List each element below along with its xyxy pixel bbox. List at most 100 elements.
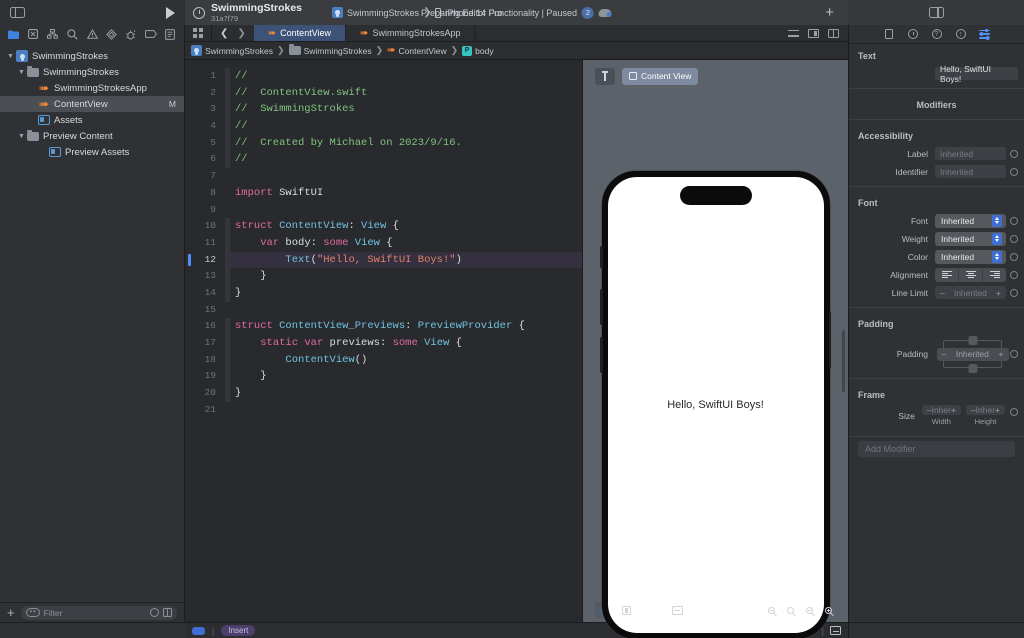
line-number[interactable]: 21: [185, 402, 225, 419]
binding-toggle-icon[interactable]: [1010, 270, 1018, 279]
binding-toggle-icon[interactable]: [1010, 167, 1018, 176]
filter-input[interactable]: ▾ ▾ Filter: [20, 605, 177, 620]
cloud-icon[interactable]: [598, 8, 612, 17]
align-center-icon[interactable]: [959, 267, 983, 282]
code-text[interactable]: // // ContentView.swift // SwimmingStrokes…: [230, 60, 582, 622]
search-icon[interactable]: [63, 26, 83, 42]
line-number[interactable]: 4: [185, 118, 225, 135]
code-line[interactable]: }: [230, 285, 582, 302]
accessibility-identifier-field[interactable]: Inherited: [935, 165, 1006, 178]
minimap-toggle-icon[interactable]: [830, 626, 841, 635]
padding-bottom-handle[interactable]: [968, 363, 977, 373]
play-icon[interactable]: [166, 6, 175, 19]
binding-toggle-icon[interactable]: [1010, 149, 1018, 158]
binding-toggle-icon[interactable]: [1010, 408, 1018, 416]
stepper-icon[interactable]: [992, 232, 1002, 245]
tree-item-preview-assets[interactable]: ▶ Preview Assets: [0, 144, 184, 160]
forward-icon[interactable]: ❯: [237, 28, 245, 39]
debug-icon[interactable]: [121, 26, 141, 42]
tree-item-assets[interactable]: ▶ Assets: [0, 112, 184, 128]
code-line[interactable]: }: [230, 368, 582, 385]
source-control-filter-icon[interactable]: [163, 608, 172, 617]
line-number[interactable]: 6: [185, 151, 225, 168]
binding-toggle-icon[interactable]: [1010, 234, 1018, 243]
code-line[interactable]: static var previews: some View {: [230, 335, 582, 352]
accessibility-label-field[interactable]: Inherited: [935, 147, 1006, 160]
test-diamond-icon[interactable]: [102, 26, 122, 42]
breadcrumb-item-symbol[interactable]: P body: [462, 45, 494, 56]
line-number[interactable]: 14: [185, 285, 225, 302]
preview-name-chip[interactable]: Content View: [622, 67, 699, 85]
line-number[interactable]: 5: [185, 135, 225, 152]
code-line[interactable]: // Created by Michael on 2023/9/16.: [230, 135, 582, 152]
padding-top-handle[interactable]: [968, 335, 977, 345]
breadcrumb-item-project[interactable]: SwimmingStrokes: [191, 45, 273, 56]
tree-item-contentview[interactable]: ▶ ➠ ContentView M: [0, 96, 184, 112]
tree-item-swimmingstrokes-project[interactable]: ▼ SwimmingStrokes: [0, 48, 184, 64]
code-line[interactable]: [230, 202, 582, 219]
increment-icon[interactable]: +: [999, 349, 1004, 359]
code-line[interactable]: struct ContentView_Previews: PreviewProv…: [230, 318, 582, 335]
code-line[interactable]: import SwiftUI: [230, 185, 582, 202]
increment-icon[interactable]: +: [951, 405, 956, 415]
recent-files-icon[interactable]: [150, 608, 159, 617]
binding-toggle-icon[interactable]: [1010, 288, 1018, 297]
source-code-editor[interactable]: 1 2 3 4 5 6 7 8 9 10 11 12 13 14 15 16 17 18 19 20 21 //// C…: [185, 60, 583, 622]
line-number[interactable]: 10: [185, 218, 225, 235]
canvas-scrollbar[interactable]: [842, 330, 845, 392]
frame-height-stepper[interactable]: – Inher +: [965, 405, 1005, 415]
code-line[interactable]: [230, 402, 582, 419]
split-editor-icon[interactable]: [828, 28, 839, 38]
line-number[interactable]: 15: [185, 302, 225, 319]
attributes-inspector-icon[interactable]: [979, 28, 990, 40]
minimap-icon[interactable]: [808, 28, 819, 38]
increment-icon[interactable]: +: [995, 405, 1000, 415]
code-line[interactable]: struct ContentView: View {: [230, 218, 582, 235]
padding-stepper[interactable]: – Inherited +: [936, 347, 1009, 361]
line-number[interactable]: 11: [185, 235, 225, 252]
folder-icon[interactable]: [4, 26, 24, 42]
binding-toggle-icon[interactable]: [1010, 350, 1018, 358]
symbol-hierarchy-icon[interactable]: [43, 26, 63, 42]
back-icon[interactable]: ❮: [220, 28, 228, 39]
tab-swimmingstrokesapp[interactable]: ➠ SwimmingStrokesApp: [346, 25, 476, 41]
font-select[interactable]: Inherited: [935, 213, 1006, 228]
align-left-icon[interactable]: [935, 267, 959, 282]
breakpoint-flag-icon[interactable]: [192, 626, 205, 635]
breadcrumb-item-file[interactable]: ➠ ContentView: [387, 45, 446, 56]
tab-contentview[interactable]: ➠ ContentView: [253, 25, 347, 41]
add-file-button[interactable]: +: [7, 606, 15, 619]
stepper-icon[interactable]: [992, 250, 1002, 263]
tree-item-swimmingstrokesapp[interactable]: ▶ ➠ SwimmingStrokesApp: [0, 80, 184, 96]
increment-icon[interactable]: +: [996, 288, 1001, 298]
chevron-down-icon[interactable]: ▼: [16, 133, 27, 140]
tree-item-preview-content[interactable]: ▼ Preview Content: [0, 128, 184, 144]
frame-width-stepper[interactable]: – Inher +: [921, 405, 961, 415]
code-line[interactable]: [230, 302, 582, 319]
code-line[interactable]: // SwimmingStrokes: [230, 101, 582, 118]
line-number[interactable]: 20: [185, 385, 225, 402]
sidebar-right-icon[interactable]: [928, 7, 944, 18]
align-right-icon[interactable]: [983, 268, 1006, 282]
line-number[interactable]: 7: [185, 168, 225, 185]
stepper-icon[interactable]: [992, 214, 1002, 227]
plus-icon[interactable]: +: [825, 5, 834, 20]
preview-text[interactable]: Hello, SwiftUI Boys!: [608, 177, 824, 633]
tab-overview-icon[interactable]: [185, 25, 211, 41]
issue-warning-icon[interactable]: [82, 26, 102, 42]
code-line[interactable]: }: [230, 268, 582, 285]
weight-select[interactable]: Inherited: [935, 231, 1006, 246]
help-inspector-icon[interactable]: ?: [931, 29, 942, 40]
canvas-stage[interactable]: Hello, SwiftUI Boys!: [583, 92, 848, 638]
status-badge[interactable]: 2: [581, 6, 594, 19]
code-line[interactable]: Text("Hello, SwiftUI Boys!"): [230, 251, 582, 269]
line-number[interactable]: 8: [185, 185, 225, 202]
binding-toggle-icon[interactable]: [1010, 216, 1018, 225]
line-number[interactable]: 9: [185, 202, 225, 219]
color-select[interactable]: Inherited: [935, 249, 1006, 264]
chevron-down-icon[interactable]: ▼: [16, 69, 27, 76]
line-limit-stepper[interactable]: – Inherited +: [935, 286, 1006, 299]
add-modifier-field[interactable]: Add Modifier: [858, 441, 1015, 457]
history-inspector-icon[interactable]: [907, 29, 918, 40]
swap-editors-icon[interactable]: [788, 29, 799, 38]
